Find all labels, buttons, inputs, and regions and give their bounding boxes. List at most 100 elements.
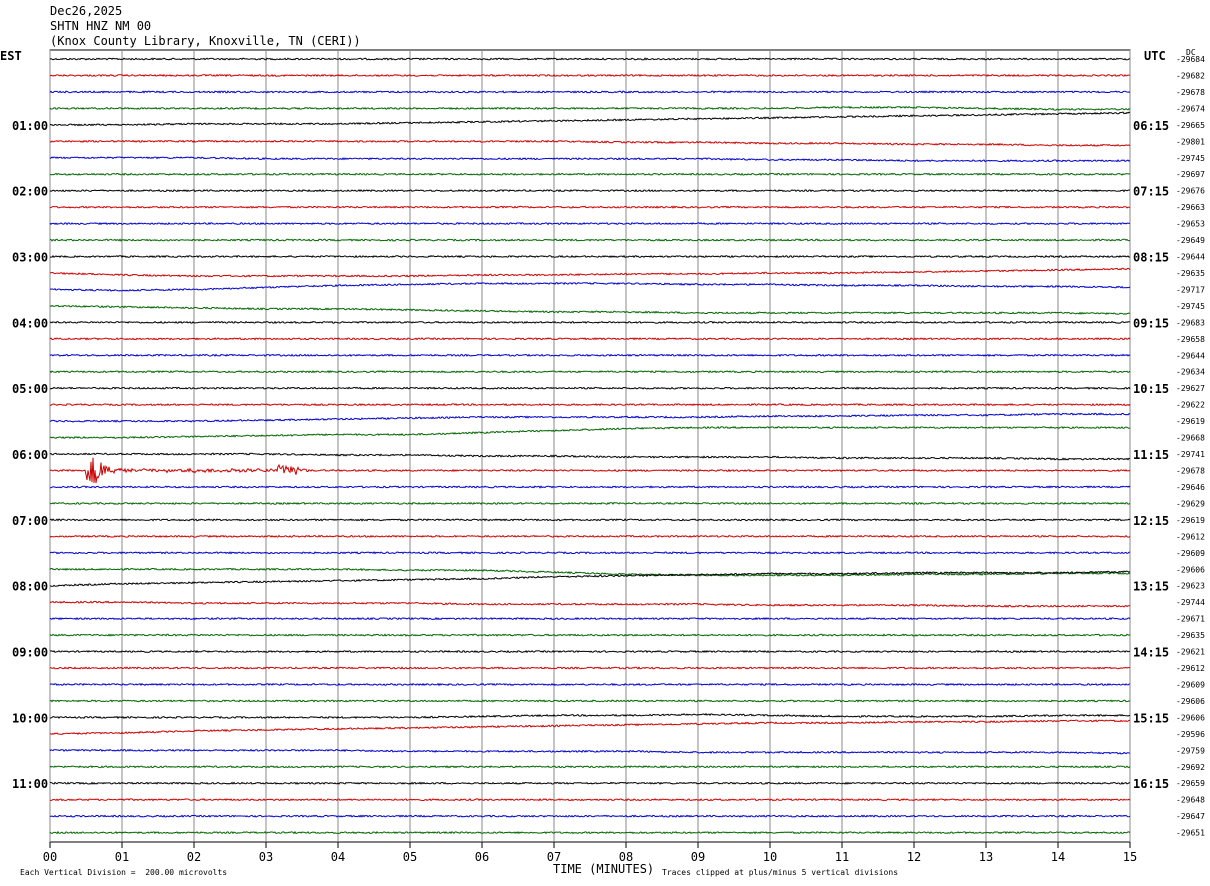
trace-row-37 [49,666,1131,670]
dc-value-label: -29717 [1176,285,1205,294]
dc-value-label: -29634 [1176,368,1205,377]
trace-row-29 [49,534,1131,538]
header-location: (Knox County Library, Knoxville, TN (CER… [50,34,361,48]
trace-row-13 [49,267,1131,278]
trace-row-10 [49,221,1131,226]
dc-value-label: -29612 [1176,664,1205,673]
trace-row-27 [49,501,1131,505]
dc-value-label: -29606 [1176,565,1205,574]
trace-row-0 [49,57,1131,61]
trace-row-12 [49,254,1131,259]
dc-value-label: -29744 [1176,598,1205,607]
minute-grid [49,49,1131,848]
x-tick-label: 05 [403,850,417,864]
trace-row-18 [49,353,1131,357]
x-tick-label: 10 [763,850,777,864]
dc-value-label: -29646 [1176,483,1205,492]
est-hour-label: 08:00 [12,580,48,594]
dc-value-label: -29647 [1176,812,1205,821]
est-label: EST [0,49,22,63]
utc-hour-label: 12:15 [1133,514,1169,528]
dc-value-label: -29644 [1176,253,1205,262]
trace-row-17 [49,337,1131,341]
utc-hour-label: 09:15 [1133,316,1169,330]
trace-row-4 [49,111,1131,127]
trace-row-35 [49,633,1131,637]
dc-value-label: -29745 [1176,302,1205,311]
trace-row-11 [49,238,1131,242]
utc-hour-label: 13:15 [1133,580,1169,594]
est-hour-label: 07:00 [12,514,48,528]
trace-row-40 [49,712,1131,720]
trace-row-1 [49,73,1131,78]
est-hour-label: 03:00 [12,251,48,265]
plot-frame [49,49,1131,843]
trace-row-30 [49,551,1131,555]
x-tick-label: 02 [187,850,201,864]
trace-row-47 [49,830,1131,835]
dc-value-label: -29635 [1176,631,1205,640]
est-hour-label: 06:00 [12,448,48,462]
dc-value-label: -29648 [1176,796,1205,805]
footer-scale-note: Each Vertical Division = 200.00 microvol… [20,868,228,877]
est-hour-label: 01:00 [12,119,48,133]
dc-value-label: -29801 [1176,137,1205,146]
dc-value-label: -29659 [1176,779,1205,788]
x-tick-label: 09 [691,850,705,864]
dc-value-label: -29759 [1176,746,1205,755]
dc-offset-labels: -29684-29682-29678-29674-29665-29801-297… [1176,55,1205,838]
trace-row-20 [49,386,1131,390]
trace-row-2 [49,90,1131,94]
dc-value-label: -29697 [1176,170,1205,179]
header-station: SHTN HNZ NM 00 [50,19,152,33]
x-tick-label: 15 [1123,850,1137,864]
dc-value-label: -29683 [1176,318,1205,327]
dc-value-label: -29678 [1176,467,1205,476]
dc-value-label: -29663 [1176,203,1205,212]
trace-row-43 [49,765,1131,769]
trace-row-14 [49,282,1131,292]
trace-row-39 [49,699,1131,703]
trace-row-25 [49,457,1131,484]
trace-row-16 [49,320,1131,324]
x-tick-label: 14 [1051,850,1065,864]
utc-hour-label: 11:15 [1133,448,1169,462]
dc-value-label: -29665 [1176,121,1205,130]
trace-row-15 [49,304,1131,316]
utc-label: UTC [1144,49,1166,63]
dc-value-label: -29671 [1176,615,1205,624]
helicorder-chart: 01:00 02:00 03:00 04:00 05:00 06:00 07:00 08:00… [12,49,1205,864]
footer-clip-note: Traces clipped at plus/minus 5 vertical … [662,868,899,877]
x-tick-label: 03 [259,850,273,864]
utc-hour-label: 14:15 [1133,646,1169,660]
dc-value-label: -29651 [1176,829,1205,838]
trace-row-26 [50,485,1131,489]
dc-value-label: -29745 [1176,154,1205,163]
utc-hour-labels: 06:15 07:15 08:15 09:15 10:15 11:15 12:15 13:15… [1133,119,1169,791]
dc-value-label: -29668 [1176,434,1205,443]
dc-value-label: -29612 [1176,532,1205,541]
dc-value-label: -29629 [1176,499,1205,508]
dc-value-label: -29653 [1176,220,1205,229]
est-hour-label: 11:00 [12,777,48,791]
dc-value-label: -29741 [1176,450,1205,459]
dc-value-label: -29658 [1176,335,1205,344]
utc-hour-label: 10:15 [1133,382,1169,396]
dc-value-label: -29609 [1176,680,1205,689]
trace-row-38 [49,682,1131,687]
dc-value-label: -29674 [1176,104,1205,113]
header-date: Dec26,2025 [50,4,123,18]
trace-row-23 [49,426,1131,440]
trace-row-36 [49,649,1131,654]
trace-row-28 [49,518,1131,522]
x-tick-label: 00 [43,850,57,864]
dc-label: DC [1186,48,1196,57]
x-tick-label: 12 [907,850,921,864]
trace-row-34 [49,617,1131,621]
x-tick-label: 13 [979,850,993,864]
trace-row-21 [49,403,1131,407]
trace-row-42 [49,748,1131,755]
dc-value-label: -29623 [1176,582,1205,591]
x-tick-label: 11 [835,850,849,864]
est-hour-label: 10:00 [12,711,48,725]
